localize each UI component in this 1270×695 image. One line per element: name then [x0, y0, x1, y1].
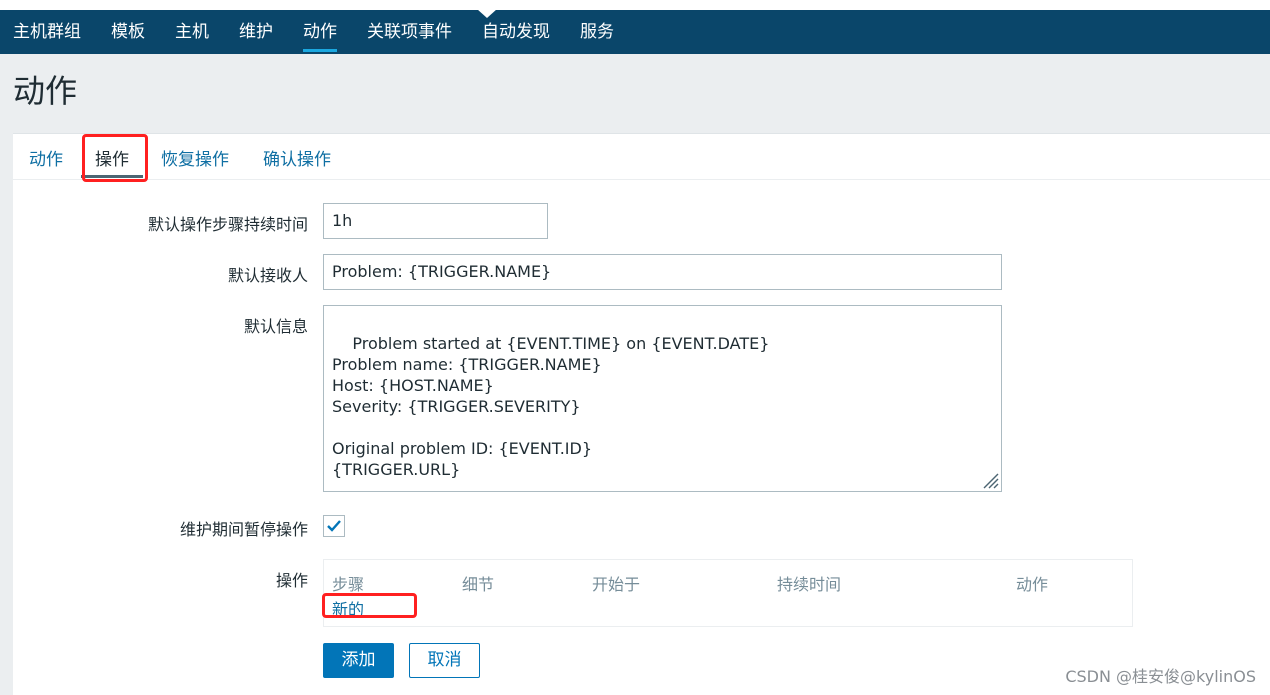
nav-item-templates[interactable]: 模板 — [111, 10, 145, 54]
operations-table: 步骤 细节 开始于 持续时间 动作 新的 — [323, 559, 1133, 627]
ops-header-action: 动作 — [1016, 575, 1049, 594]
action-form-panel: 动作 操作 恢复操作 确认操作 默认操作步骤持续时间 1h 默认接收人 Prob… — [13, 133, 1270, 695]
message-label: 默认信息 — [243, 317, 308, 336]
operations-label: 操作 — [275, 571, 308, 590]
main-nav: 主机群组 模板 主机 维护 动作 关联项事件 自动发现 服务 — [0, 9, 1270, 54]
tab-acknowledge-operations[interactable]: 确认操作 — [263, 145, 331, 170]
check-icon — [327, 520, 341, 532]
nav-item-actions[interactable]: 动作 — [303, 10, 337, 54]
page-title: 动作 — [13, 72, 78, 110]
tab-highlight-box — [82, 134, 148, 182]
watermark: CSDN @桂安俊@kylinOS — [1065, 667, 1256, 686]
subject-label: 默认接收人 — [227, 266, 308, 285]
tab-recovery-operations[interactable]: 恢复操作 — [161, 145, 229, 170]
nav-item-maintenance[interactable]: 维护 — [239, 10, 273, 54]
subject-input[interactable]: Problem: {TRIGGER.NAME} — [323, 254, 1002, 290]
step-duration-input[interactable]: 1h — [323, 203, 548, 239]
cancel-button[interactable]: 取消 — [409, 643, 480, 678]
ops-header-steps: 步骤 — [332, 575, 365, 594]
nav-item-hosts[interactable]: 主机 — [175, 10, 209, 54]
nav-item-host-groups[interactable]: 主机群组 — [13, 10, 81, 54]
nav-item-event-correlation[interactable]: 关联项事件 — [367, 10, 452, 54]
top-strip — [0, 0, 1270, 10]
ops-header-details: 细节 — [462, 575, 495, 594]
ops-header-start-in: 开始于 — [592, 575, 641, 594]
resize-grip-icon[interactable] — [979, 469, 999, 489]
pause-checkbox[interactable] — [323, 515, 345, 537]
new-link-highlight-box — [322, 593, 417, 618]
tab-bar: 动作 操作 恢复操作 确认操作 — [13, 134, 1270, 180]
tab-action[interactable]: 动作 — [29, 145, 63, 170]
nav-item-services[interactable]: 服务 — [580, 10, 614, 54]
message-text: Problem started at {EVENT.TIME} on {EVEN… — [332, 334, 770, 479]
message-textarea[interactable]: Problem started at {EVENT.TIME} on {EVEN… — [323, 305, 1002, 492]
nav-item-discovery[interactable]: 自动发现 — [482, 10, 550, 54]
add-button[interactable]: 添加 — [323, 643, 394, 678]
ops-header-duration: 持续时间 — [777, 575, 842, 594]
pause-label: 维护期间暂停操作 — [179, 520, 308, 539]
step-duration-label: 默认操作步骤持续时间 — [147, 215, 308, 234]
